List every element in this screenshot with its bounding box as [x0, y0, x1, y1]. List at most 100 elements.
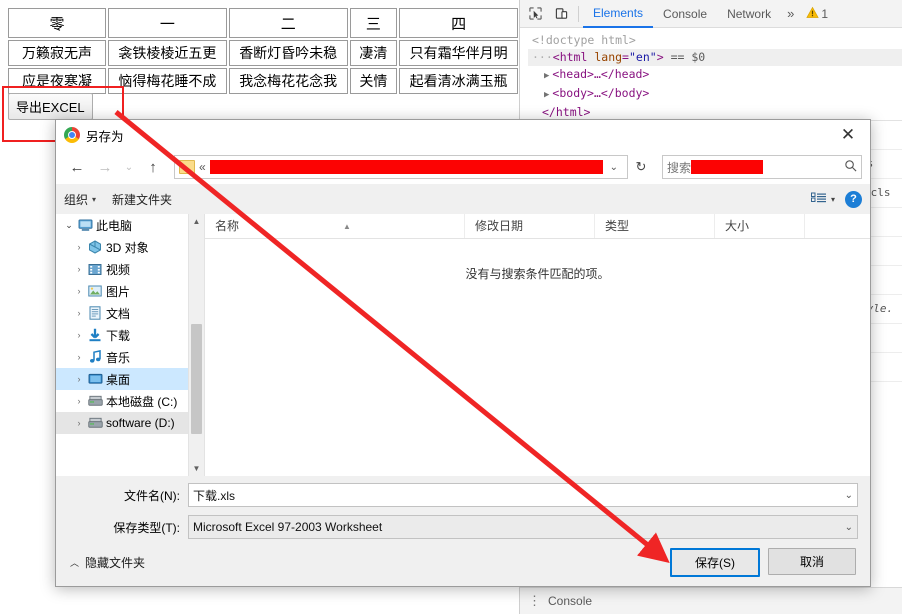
chevron-right-icon[interactable]: ›	[72, 352, 86, 362]
table-header-cell: 一	[108, 8, 227, 38]
scroll-down-arrow-icon[interactable]: ▼	[189, 461, 204, 476]
navigation-tree-pane: ⌄ 此电脑 › 3D 对象 › 视频 › 图片 › 文档 › 下载 › 音乐 › 桌面 › 本地磁盘 (C:) › s…	[56, 214, 204, 476]
redacted-search-text	[691, 160, 764, 174]
column-header-size[interactable]: 大小	[715, 214, 805, 238]
html-open-tag: <html	[552, 50, 588, 64]
organize-button[interactable]: 组织 ▾	[64, 191, 96, 208]
tab-network[interactable]: Network	[717, 1, 781, 27]
tree-scrollbar[interactable]: ▲ ▼	[188, 214, 204, 476]
organize-label: 组织	[64, 192, 89, 207]
drawer-menu-icon[interactable]: ⋮	[528, 593, 542, 609]
chevron-right-icon[interactable]: ›	[72, 330, 86, 340]
tree-item-8[interactable]: › 本地磁盘 (C:)	[56, 390, 204, 412]
file-list-header: 名称 ▲ 修改日期 类型 大小	[205, 214, 870, 239]
cancel-button[interactable]: 取消	[768, 547, 856, 575]
dom-html-line[interactable]: ···<html lang="en"> == $0	[528, 49, 902, 66]
tab-console[interactable]: Console	[653, 1, 717, 27]
tree-item-label: 视频	[106, 262, 131, 277]
table-cell: 恼得梅花睡不成	[108, 68, 227, 94]
tree-item-label: 本地磁盘 (C:)	[106, 394, 178, 409]
drive-icon	[86, 395, 104, 407]
dom-tree: <!doctype html> ···<html lang="en"> == $…	[520, 28, 902, 121]
table-cell: 关情	[349, 68, 398, 94]
tree-item-9[interactable]: › software (D:)	[56, 412, 204, 434]
tree-item-4[interactable]: › 文档	[56, 302, 204, 324]
chevron-down-icon[interactable]: ⌄	[845, 490, 853, 501]
scroll-up-arrow-icon[interactable]: ▲	[189, 214, 204, 229]
filename-field[interactable]: 下载.xls ⌄	[188, 483, 858, 507]
chevron-right-icon[interactable]: ›	[72, 374, 86, 384]
save-as-dialog: 另存为 ✕ ← → ⌄ ↑ « ⌄ ↻ 搜索 组织 ▾ 新建文件夹 ▾ ? ⌄ …	[55, 119, 871, 587]
filetype-label: 保存类型(T):	[113, 520, 180, 535]
tree-item-5[interactable]: › 下载	[56, 324, 204, 346]
chevron-right-icon[interactable]: ›	[72, 396, 86, 406]
chevron-down-icon[interactable]: ⌄	[845, 522, 853, 533]
expand-triangle-icon[interactable]: ▶	[544, 90, 549, 100]
tree-item-label: 文档	[106, 306, 131, 321]
table-cell: 凄清	[349, 40, 398, 66]
tree-item-3[interactable]: › 图片	[56, 280, 204, 302]
tree-item-6[interactable]: › 音乐	[56, 346, 204, 368]
expand-triangle-icon[interactable]: ▶	[544, 71, 549, 81]
search-icon	[844, 159, 857, 175]
column-header-modified[interactable]: 修改日期	[465, 214, 595, 238]
breadcrumb-collapse-icon[interactable]: «	[199, 160, 206, 174]
chevron-right-icon[interactable]: ›	[72, 242, 86, 252]
warning-triangle-icon	[806, 6, 820, 22]
back-arrow-icon[interactable]: ←	[64, 154, 90, 180]
ellipsis-marker: ···	[532, 50, 553, 64]
tree-item-7[interactable]: › 桌面	[56, 368, 204, 390]
html-close-bracket: >	[656, 50, 664, 64]
tree-item-1[interactable]: › 3D 对象	[56, 236, 204, 258]
chevron-down-icon[interactable]: ⌄	[62, 220, 76, 231]
tab-elements[interactable]: Elements	[583, 0, 654, 28]
export-excel-button[interactable]: 导出EXCEL	[8, 93, 93, 120]
chevron-down-icon: ▾	[830, 194, 835, 204]
tree-item-2[interactable]: › 视频	[56, 258, 204, 280]
column-header-name[interactable]: 名称 ▲	[205, 214, 465, 238]
forward-arrow-icon[interactable]: →	[92, 154, 118, 180]
filename-row: 文件名(N): 下载.xls ⌄	[68, 482, 858, 508]
up-arrow-icon[interactable]: ↑	[140, 154, 166, 180]
address-chevron-down-icon[interactable]: ⌄	[603, 162, 625, 173]
chevron-up-icon: ︿	[70, 557, 80, 568]
dom-doctype-line[interactable]: <!doctype html>	[528, 32, 902, 49]
empty-list-message: 没有与搜索条件匹配的项。	[465, 267, 610, 281]
dom-head-line[interactable]: ▶ <head>…</head>	[528, 66, 902, 85]
html-lang-value: "en"	[628, 50, 657, 64]
filetype-select[interactable]: Microsoft Excel 97-2003 Worksheet ⌄	[188, 515, 858, 539]
table-row: 应是夜寒凝 恼得梅花睡不成 我念梅花花念我 关情 起看清冰满玉瓶	[8, 68, 518, 94]
dialog-body: ⌄ 此电脑 › 3D 对象 › 视频 › 图片 › 文档 › 下载 › 音乐 › 桌面 › 本地磁盘 (C:) › s…	[56, 214, 870, 476]
tree-item-0[interactable]: ⌄ 此电脑	[56, 214, 204, 236]
drive-icon	[86, 417, 104, 429]
view-options-button[interactable]: ▾	[810, 192, 835, 206]
scrollbar-thumb[interactable]	[191, 324, 202, 434]
chevron-right-icon[interactable]: ›	[72, 418, 86, 428]
new-folder-button[interactable]: 新建文件夹	[112, 191, 172, 208]
save-button[interactable]: 保存(S)	[670, 547, 760, 577]
tree-item-label: 3D 对象	[106, 240, 149, 255]
tree-item-label: 下载	[106, 328, 131, 343]
recent-locations-chevron-down-icon[interactable]: ⌄	[120, 154, 138, 180]
column-header-type[interactable]: 类型	[595, 214, 715, 238]
hide-folders-toggle[interactable]: ︿ 隐藏文件夹	[70, 554, 145, 571]
address-bar[interactable]: « ⌄	[174, 155, 628, 179]
drawer-console-tab[interactable]: Console	[548, 594, 592, 608]
refresh-icon[interactable]: ↻	[630, 156, 652, 178]
more-tabs-chevron-icon[interactable]: »	[781, 6, 800, 21]
help-icon[interactable]: ?	[845, 190, 862, 208]
chevron-right-icon[interactable]: ›	[72, 308, 86, 318]
close-icon[interactable]: ✕	[826, 120, 870, 150]
chevron-right-icon[interactable]: ›	[72, 286, 86, 296]
search-placeholder: 搜索	[667, 160, 692, 175]
dom-body-line[interactable]: ▶ <body>…</body>	[528, 85, 902, 104]
pictures-icon	[86, 285, 104, 297]
device-toolbar-icon[interactable]	[548, 2, 574, 26]
inspect-element-icon[interactable]	[522, 2, 548, 26]
table-header-cell: 二	[228, 8, 348, 38]
warning-badge[interactable]: 1	[800, 6, 834, 22]
search-input[interactable]: 搜索	[662, 155, 862, 179]
dialog-navigation-bar: ← → ⌄ ↑ « ⌄ ↻ 搜索	[56, 150, 870, 184]
toolbar-divider	[578, 5, 579, 22]
chevron-right-icon[interactable]: ›	[72, 264, 86, 274]
